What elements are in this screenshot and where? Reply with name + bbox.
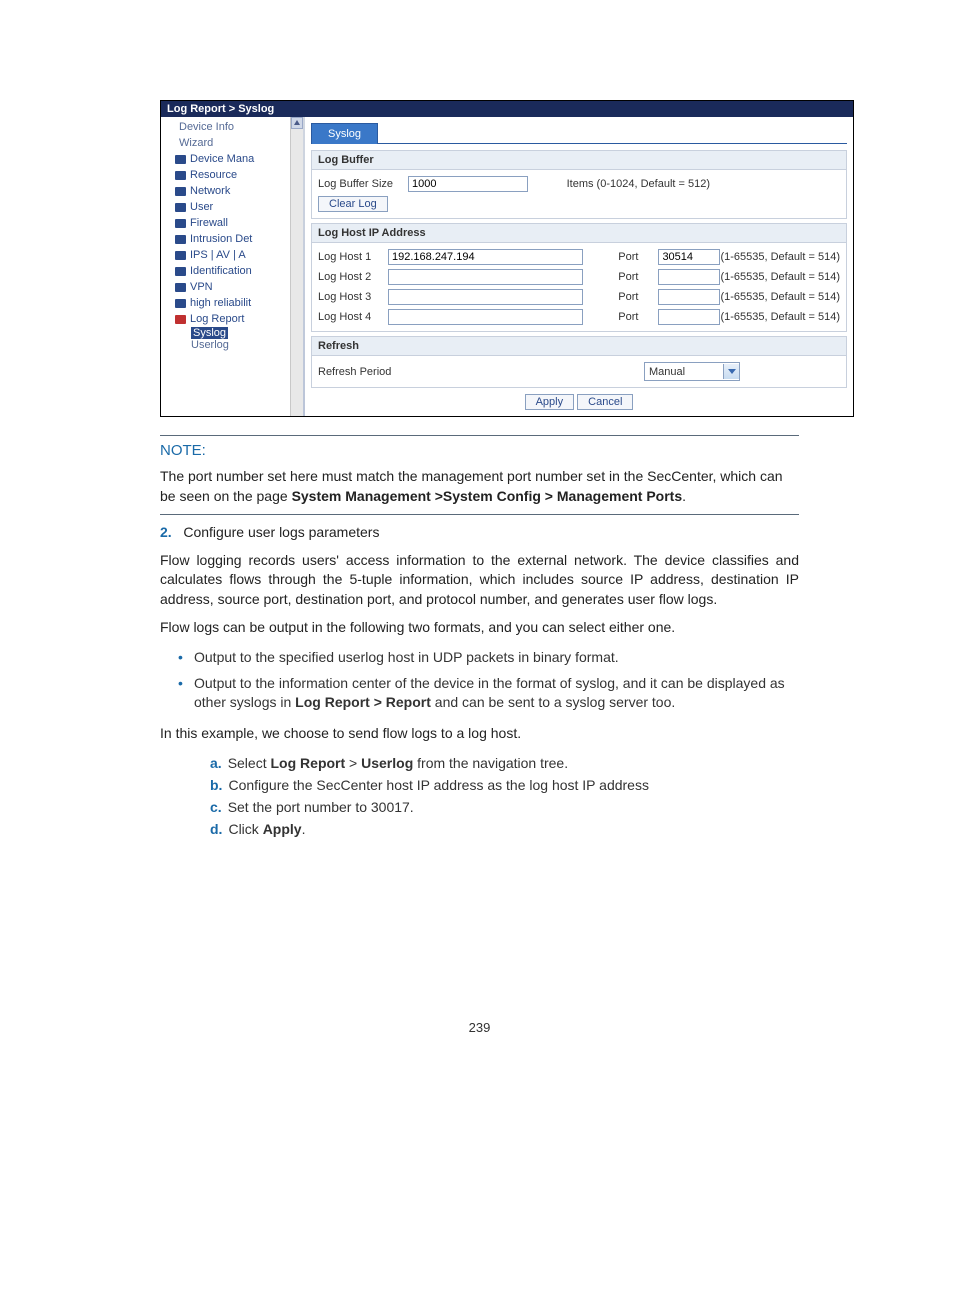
note-heading: NOTE:: [160, 442, 799, 459]
nav-high-reliability[interactable]: high reliabilit: [161, 295, 303, 311]
nav-intrusion-detection[interactable]: Intrusion Det: [161, 231, 303, 247]
nav-device-info[interactable]: Device Info: [161, 119, 303, 135]
sub-step-c: c.Set the port number to 30017.: [210, 796, 799, 818]
nav-firewall[interactable]: Firewall: [161, 215, 303, 231]
folder-icon: [175, 219, 186, 228]
nav-ips-av[interactable]: IPS | AV | A: [161, 247, 303, 263]
refresh-period-label: Refresh Period: [318, 366, 408, 378]
log-host-3-port-input[interactable]: [658, 289, 720, 305]
nav-wizard[interactable]: Wizard: [161, 135, 303, 151]
step2-p2: Flow logs can be output in the following…: [160, 618, 799, 638]
folder-icon: [175, 299, 186, 308]
log-host-3-ip-input[interactable]: [388, 289, 583, 305]
port-label: Port: [618, 291, 638, 303]
sub-step-b: b.Configure the SecCenter host IP addres…: [210, 774, 799, 796]
log-host-1-label: Log Host 1: [318, 251, 388, 263]
log-buffer-size-input[interactable]: [408, 176, 528, 192]
sub-step-a: a.Select Log Report > Userlog from the n…: [210, 752, 799, 774]
note-body: The port number set here must match the …: [160, 467, 799, 506]
refresh-period-select[interactable]: Manual: [644, 362, 740, 381]
folder-icon: [175, 187, 186, 196]
log-host-4-label: Log Host 4: [318, 311, 388, 323]
log-host-2-label: Log Host 2: [318, 271, 388, 283]
list-item: Output to the information center of the …: [194, 671, 799, 716]
folder-icon: [175, 315, 186, 324]
folder-icon: [175, 155, 186, 164]
port-hint: (1-65535, Default = 514): [720, 271, 840, 283]
output-format-list: Output to the specified userlog host in …: [160, 645, 799, 716]
nav-vpn[interactable]: VPN: [161, 279, 303, 295]
page-number: 239: [160, 1020, 799, 1035]
tab-syslog[interactable]: Syslog: [311, 123, 378, 144]
chevron-up-icon: [294, 120, 300, 125]
breadcrumb: Log Report > Syslog: [161, 101, 853, 117]
sidebar-scrollbar[interactable]: [290, 117, 303, 416]
clear-log-button[interactable]: Clear Log: [318, 196, 388, 212]
log-host-2-port-input[interactable]: [658, 269, 720, 285]
folder-icon: [175, 267, 186, 276]
log-host-4-port-input[interactable]: [658, 309, 720, 325]
port-label: Port: [618, 271, 638, 283]
port-label: Port: [618, 311, 638, 323]
folder-icon: [175, 171, 186, 180]
port-label: Port: [618, 251, 638, 263]
nav-user[interactable]: User: [161, 199, 303, 215]
nav-network[interactable]: Network: [161, 183, 303, 199]
chevron-down-icon: [723, 364, 739, 379]
nav-device-management[interactable]: Device Mana: [161, 151, 303, 167]
port-hint: (1-65535, Default = 514): [720, 251, 840, 263]
nav-syslog[interactable]: Syslog: [161, 327, 303, 339]
log-host-4-ip-input[interactable]: [388, 309, 583, 325]
nav-identification[interactable]: Identification: [161, 263, 303, 279]
nav-resource[interactable]: Resource: [161, 167, 303, 183]
step2-p3: In this example, we choose to send flow …: [160, 724, 799, 744]
folder-icon: [175, 251, 186, 260]
sub-step-d: d.Click Apply.: [210, 818, 799, 840]
apply-button[interactable]: Apply: [525, 394, 575, 410]
log-host-1-port-input[interactable]: [658, 249, 720, 265]
port-hint: (1-65535, Default = 514): [720, 311, 840, 323]
section-log-buffer-header: Log Buffer: [311, 150, 847, 170]
log-buffer-size-label: Log Buffer Size: [318, 178, 408, 190]
log-host-1-ip-input[interactable]: [388, 249, 583, 265]
refresh-period-value: Manual: [649, 366, 685, 378]
syslog-config-screenshot: Log Report > Syslog Device Info Wizard D…: [160, 100, 854, 417]
folder-icon: [175, 203, 186, 212]
list-item: Output to the specified userlog host in …: [194, 645, 799, 671]
sub-steps: a.Select Log Report > Userlog from the n…: [160, 752, 799, 840]
port-hint: (1-65535, Default = 514): [720, 291, 840, 303]
folder-icon: [175, 235, 186, 244]
nav-userlog[interactable]: Userlog: [161, 339, 303, 351]
log-buffer-hint: Items (0-1024, Default = 512): [567, 178, 710, 190]
log-host-3-label: Log Host 3: [318, 291, 388, 303]
section-log-host-header: Log Host IP Address: [311, 223, 847, 243]
cancel-button[interactable]: Cancel: [577, 394, 633, 410]
step2-p1: Flow logging records users' access infor…: [160, 551, 799, 610]
step-2-heading: 2. Configure user logs parameters: [160, 523, 799, 543]
nav-log-report[interactable]: Log Report: [161, 311, 303, 327]
nav-sidebar: Device Info Wizard Device Mana Resource …: [161, 117, 303, 416]
main-panel: Syslog Log Buffer Log Buffer Size Items …: [305, 117, 853, 416]
section-refresh-header: Refresh: [311, 336, 847, 356]
folder-icon: [175, 283, 186, 292]
log-host-2-ip-input[interactable]: [388, 269, 583, 285]
